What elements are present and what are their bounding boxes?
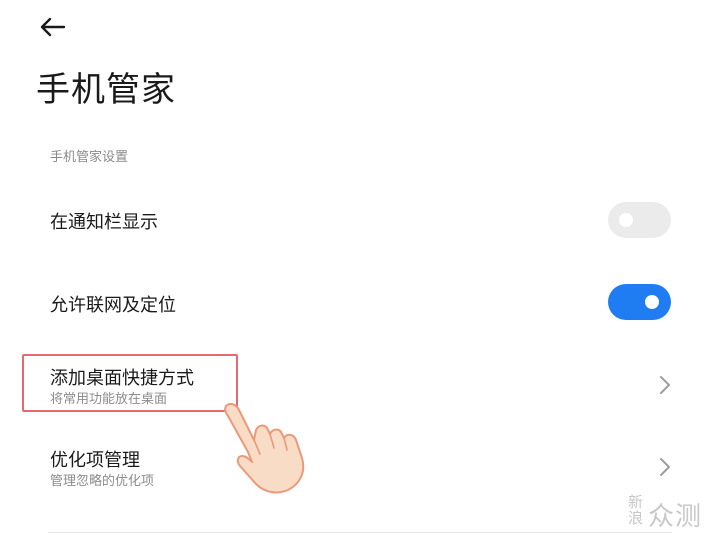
highlight-box bbox=[22, 354, 238, 412]
section-title: 手机管家设置 bbox=[50, 150, 129, 165]
setting-row-optimization[interactable]: 优化项管理 管理忽略的优化项 bbox=[0, 436, 720, 498]
page-title: 手机管家 bbox=[36, 70, 176, 110]
chevron-right-icon bbox=[660, 458, 670, 476]
watermark-small-text: 新浪 bbox=[628, 493, 644, 527]
notification-toggle[interactable] bbox=[608, 202, 671, 238]
watermark: 新浪 众测 bbox=[628, 492, 716, 532]
setting-label: 允许联网及定位 bbox=[50, 295, 176, 316]
setting-label: 在通知栏显示 bbox=[50, 212, 158, 233]
back-button[interactable] bbox=[32, 10, 72, 44]
setting-subtitle: 管理忽略的优化项 bbox=[50, 474, 155, 489]
arrow-left-icon bbox=[40, 17, 66, 37]
network-location-toggle[interactable] bbox=[608, 284, 671, 320]
divider bbox=[48, 532, 672, 533]
toggle-knob bbox=[645, 295, 659, 309]
chevron-right-icon bbox=[660, 376, 670, 394]
watermark-large-text: 众测 bbox=[648, 502, 703, 532]
hand-pointer-icon bbox=[223, 402, 305, 494]
setting-row-notification[interactable]: 在通知栏显示 bbox=[0, 190, 720, 252]
setting-row-network-location[interactable]: 允许联网及定位 bbox=[0, 272, 720, 334]
setting-label: 优化项管理 bbox=[50, 450, 140, 471]
toggle-knob bbox=[619, 213, 633, 227]
